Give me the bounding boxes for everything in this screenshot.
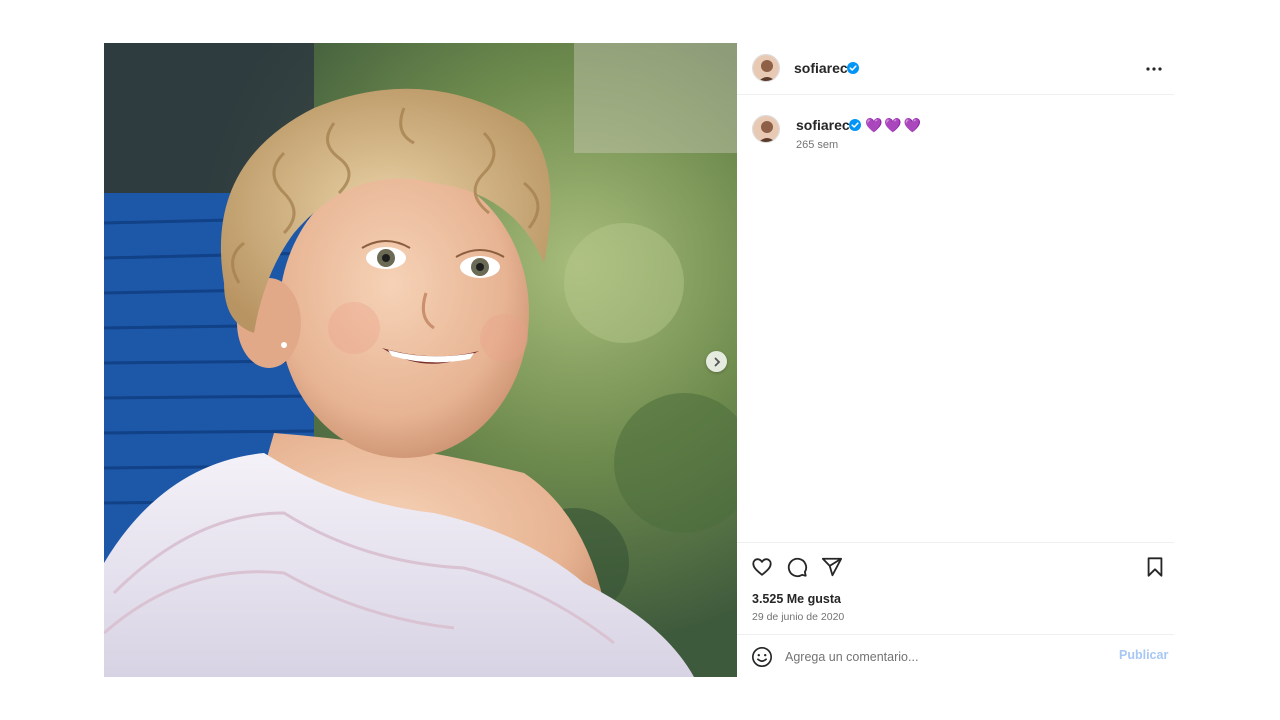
more-options-icon: [1146, 67, 1162, 71]
post-header: sofiareca: [737, 43, 1174, 95]
heart-icon[interactable]: [751, 556, 773, 578]
avatar[interactable]: [752, 54, 780, 82]
more-options-button[interactable]: [1144, 59, 1164, 79]
photo-illustration: [104, 43, 737, 677]
comment-icon[interactable]: [786, 556, 808, 578]
post-side-panel: sofiareca sofiareca 💜💜💜 265 sem 3.525 Me…: [737, 43, 1174, 677]
send-icon[interactable]: [821, 556, 843, 578]
verified-badge-icon: [847, 62, 859, 74]
emoji-icon[interactable]: [751, 646, 773, 668]
next-slide-button[interactable]: [706, 351, 727, 372]
verified-badge-icon: [849, 119, 861, 131]
likes-count[interactable]: 3.525 Me gusta: [752, 592, 841, 606]
comment-bar: Publicar: [737, 634, 1174, 677]
profile-picture: [753, 116, 779, 142]
chevron-right-icon: [714, 357, 720, 366]
post-date[interactable]: 29 de junio de 2020: [752, 611, 844, 623]
bookmark-icon[interactable]: [1144, 556, 1166, 578]
profile-picture: [753, 55, 779, 81]
comment-input[interactable]: [785, 647, 1105, 667]
caption-text: 💜💜💜: [865, 117, 924, 133]
post-actions: 3.525 Me gusta 29 de junio de 2020: [737, 542, 1174, 634]
caption-timestamp[interactable]: 265 sem: [796, 139, 838, 151]
publish-button[interactable]: Publicar: [1119, 648, 1168, 662]
post-photo[interactable]: [104, 43, 737, 677]
caption-avatar[interactable]: [752, 115, 780, 143]
